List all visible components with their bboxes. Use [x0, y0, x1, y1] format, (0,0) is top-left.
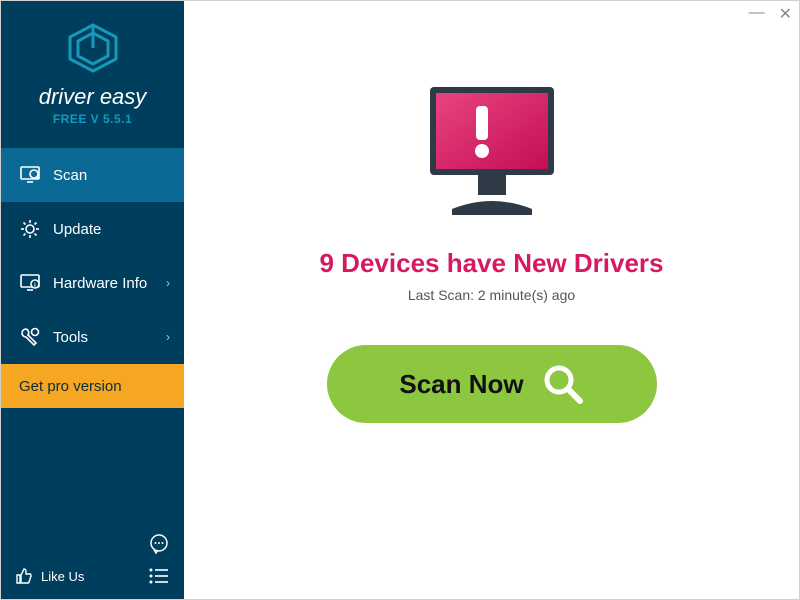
app-logo-icon	[66, 23, 120, 73]
scan-now-button[interactable]: Scan Now	[327, 345, 657, 423]
sidebar-item-label: Hardware Info	[53, 275, 147, 292]
sidebar-item-label: Tools	[53, 329, 88, 346]
footer-right	[148, 533, 170, 585]
minimize-button[interactable]: —	[749, 4, 765, 24]
like-us-label: Like Us	[41, 569, 84, 584]
status-illustration	[412, 81, 572, 226]
get-pro-label: Get pro version	[19, 378, 122, 395]
main-panel: 9 Devices have New Drivers Last Scan: 2 …	[184, 1, 799, 599]
hardware-info-icon: i	[17, 274, 43, 292]
sidebar-item-update[interactable]: Update	[1, 202, 184, 256]
tools-icon	[17, 327, 43, 347]
sidebar-item-scan[interactable]: Scan	[1, 148, 184, 202]
feedback-icon[interactable]	[148, 533, 170, 555]
gear-icon	[17, 219, 43, 239]
sidebar-item-label: Scan	[53, 167, 87, 184]
status-text: 9 Devices have New Drivers	[184, 248, 799, 279]
sidebar-item-hardware-info[interactable]: i Hardware Info ›	[1, 256, 184, 310]
chevron-right-icon: ›	[166, 330, 170, 344]
get-pro-button[interactable]: Get pro version	[1, 364, 184, 408]
close-button[interactable]: ✕	[779, 4, 792, 24]
menu-list-icon[interactable]	[148, 567, 170, 585]
monitor-alert-icon	[412, 81, 572, 221]
sidebar-item-label: Update	[53, 221, 101, 238]
sidebar: driver easy FREE V 5.5.1 Scan Update i H…	[1, 1, 184, 599]
scan-now-label: Scan Now	[399, 369, 523, 400]
sidebar-footer: Like Us	[1, 533, 184, 585]
chevron-right-icon: ›	[166, 276, 170, 290]
window-controls: — ✕	[749, 4, 792, 24]
nav: Scan Update i Hardware Info › Tools › Ge…	[1, 148, 184, 408]
sidebar-item-tools[interactable]: Tools ›	[1, 310, 184, 364]
app-version: FREE V 5.5.1	[1, 112, 184, 126]
logo-area: driver easy FREE V 5.5.1	[1, 1, 184, 136]
magnifier-icon	[542, 363, 584, 405]
like-us-button[interactable]: Like Us	[15, 567, 84, 585]
app-name: driver easy	[1, 84, 184, 110]
last-scan-text: Last Scan: 2 minute(s) ago	[184, 287, 799, 303]
thumbs-up-icon	[15, 567, 33, 585]
scan-icon	[17, 166, 43, 184]
